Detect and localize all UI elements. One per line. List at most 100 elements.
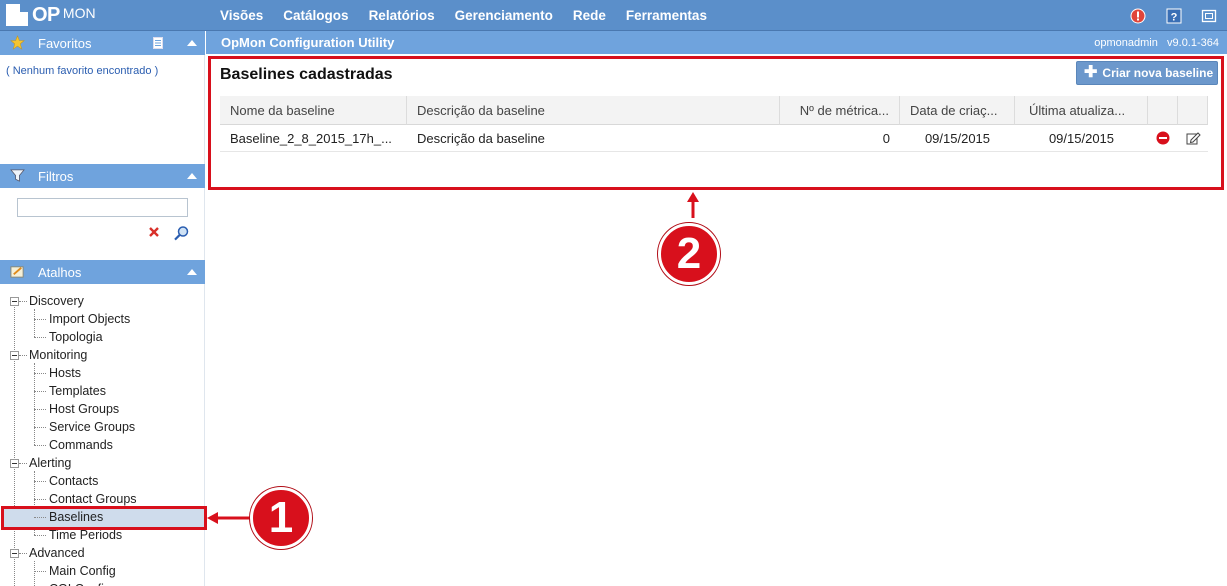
filters-title: Filtros — [38, 168, 74, 184]
menu-item-relatorios[interactable]: Relatórios — [369, 8, 435, 23]
collapse-arrow-icon[interactable] — [187, 269, 197, 275]
collapse-arrow-icon[interactable] — [187, 40, 197, 46]
tree-connector — [34, 363, 35, 445]
tree-connector — [19, 355, 27, 356]
tree-connector — [14, 301, 15, 586]
new-baseline-button[interactable]: ✚ Criar nova baseline — [1076, 61, 1218, 85]
collapse-arrow-icon[interactable] — [187, 173, 197, 179]
version: v9.0.1-364 — [1167, 37, 1219, 49]
favorites-panel-header[interactable]: Favoritos — [0, 31, 205, 55]
tree-connector — [34, 319, 46, 320]
shortcuts-title: Atalhos — [38, 264, 82, 280]
app-title-bar: OpMon Configuration Utility opmonadmin v… — [206, 31, 1227, 54]
collapse-node-icon[interactable] — [10, 459, 19, 468]
callout-badge-1: 1 — [250, 487, 312, 549]
app-title: OpMon Configuration Utility — [221, 35, 395, 50]
tree-connector — [34, 535, 46, 536]
delete-icon[interactable] — [1156, 131, 1170, 145]
column-header-metrics[interactable]: Nº de métrica... — [780, 96, 900, 125]
column-header-name[interactable]: Nome da baseline — [220, 96, 407, 125]
collapse-node-icon[interactable] — [10, 297, 19, 306]
tree-connector — [34, 409, 46, 410]
username[interactable]: opmonadmin — [1094, 37, 1158, 49]
menu-item-catalogos[interactable]: Catálogos — [283, 8, 348, 23]
logo-mark — [6, 4, 28, 26]
tree-leaf-cgi-config[interactable]: CGI Config — [49, 582, 111, 586]
collapse-node-icon[interactable] — [10, 549, 19, 558]
document-icon[interactable] — [153, 37, 163, 49]
highlight-box-baselines-item — [1, 506, 207, 530]
filter-input[interactable] — [17, 198, 188, 217]
collapse-node-icon[interactable] — [10, 351, 19, 360]
top-navigation-bar: OP MON Visões Catálogos Relatórios Geren… — [0, 0, 1227, 31]
shortcut-icon — [10, 266, 24, 278]
tree-leaf-topologia[interactable]: Topologia — [49, 330, 103, 344]
tree-leaf-templates[interactable]: Templates — [49, 384, 106, 398]
menu-item-visoes[interactable]: Visões — [220, 8, 263, 23]
tree-leaf-host-groups[interactable]: Host Groups — [49, 402, 119, 416]
tree-connector — [19, 301, 27, 302]
tree-connector — [34, 309, 35, 337]
star-icon — [10, 35, 25, 50]
column-header-edit — [1178, 96, 1208, 125]
plus-icon: ✚ — [1084, 64, 1098, 81]
shortcuts-panel-header[interactable]: Atalhos — [0, 260, 205, 284]
opmon-logo[interactable]: OP MON — [6, 4, 96, 26]
tree-node-discovery[interactable]: Discovery — [29, 294, 84, 308]
funnel-icon — [10, 169, 25, 182]
cell-name: Baseline_2_8_2015_17h_... — [220, 125, 407, 152]
tree-leaf-service-groups[interactable]: Service Groups — [49, 420, 135, 434]
cell-delete — [1148, 125, 1178, 152]
clear-filter-icon[interactable] — [148, 226, 160, 238]
column-header-created[interactable]: Data de criaç... — [900, 96, 1015, 125]
menu-item-ferramentas[interactable]: Ferramentas — [626, 8, 707, 23]
callout-arrow-1 — [207, 512, 253, 524]
cell-updated: 09/15/2015 — [1015, 125, 1148, 152]
tree-leaf-main-config[interactable]: Main Config — [49, 564, 116, 578]
column-header-description[interactable]: Descrição da baseline — [407, 96, 780, 125]
tree-leaf-import-objects[interactable]: Import Objects — [49, 312, 130, 326]
tree-leaf-contact-groups[interactable]: Contact Groups — [49, 492, 137, 506]
alert-icon[interactable] — [1130, 8, 1146, 24]
tree-node-advanced[interactable]: Advanced — [29, 546, 85, 560]
logo-text-op: OP — [32, 3, 60, 26]
menu-item-gerenciamento[interactable]: Gerenciamento — [455, 8, 553, 23]
tree-connector — [34, 391, 46, 392]
sidebar: Favoritos ( Nenhum favorito encontrado )… — [0, 31, 205, 586]
svg-text:?: ? — [1171, 12, 1178, 24]
tree-connector — [34, 499, 46, 500]
tree-connector — [34, 445, 46, 446]
user-version-info: opmonadmin v9.0.1-364 — [1094, 37, 1219, 49]
tree-connector — [34, 571, 46, 572]
favorites-title: Favoritos — [38, 35, 92, 51]
tree-leaf-hosts[interactable]: Hosts — [49, 366, 81, 380]
cell-edit — [1178, 125, 1208, 152]
tree-connector — [19, 553, 27, 554]
tree-node-monitoring[interactable]: Monitoring — [29, 348, 87, 362]
tree-leaf-commands[interactable]: Commands — [49, 438, 113, 452]
search-icon[interactable] — [173, 225, 190, 242]
tree-connector — [34, 561, 35, 586]
edit-icon[interactable] — [1186, 131, 1201, 145]
cell-description: Descrição da baseline — [407, 125, 780, 152]
new-baseline-label: Criar nova baseline — [1102, 66, 1214, 80]
tree-connector — [19, 463, 27, 464]
fullscreen-icon[interactable] — [1201, 8, 1217, 24]
callout-arrow-2 — [687, 192, 699, 218]
menu-item-rede[interactable]: Rede — [573, 8, 606, 23]
favorites-empty-message: ( Nenhum favorito encontrado ) — [6, 65, 159, 77]
page-title: Baselines cadastradas — [220, 66, 393, 83]
cell-metrics: 0 — [780, 125, 900, 152]
filters-panel-header[interactable]: Filtros — [0, 164, 205, 188]
tree-leaf-time-periods[interactable]: Time Periods — [49, 528, 122, 542]
tree-connector — [34, 427, 46, 428]
cell-created: 09/15/2015 — [900, 125, 1015, 152]
column-header-updated[interactable]: Última atualiza... — [1015, 96, 1148, 125]
tree-leaf-contacts[interactable]: Contacts — [49, 474, 98, 488]
logo-text-mon: MON — [62, 5, 96, 21]
help-icon[interactable]: ? — [1166, 8, 1182, 24]
main-menu: Visões Catálogos Relatórios Gerenciament… — [220, 0, 727, 31]
tree-node-alerting[interactable]: Alerting — [29, 456, 71, 470]
callout-badge-2: 2 — [658, 223, 720, 285]
column-header-delete — [1148, 96, 1178, 125]
